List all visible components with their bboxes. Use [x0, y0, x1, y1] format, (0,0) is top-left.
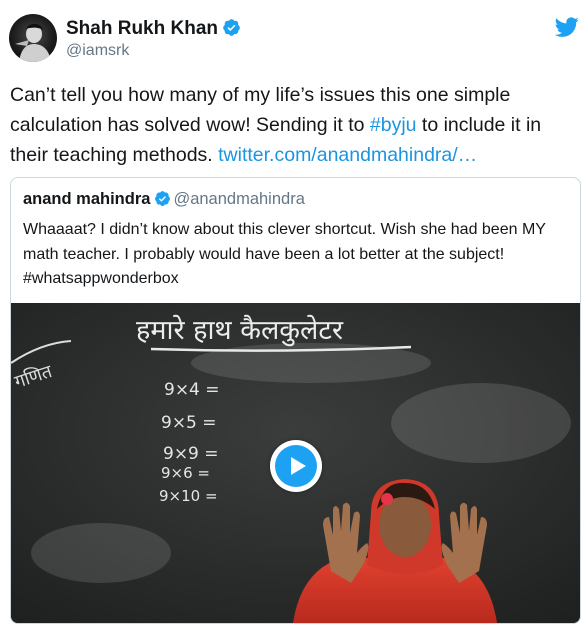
- chalkboard-title: हमारे हाथ कैलकुलेटर: [136, 314, 344, 347]
- equation-line: 9×9 =: [163, 444, 219, 464]
- url-link[interactable]: twitter.com/anandmahindra/…: [218, 144, 477, 166]
- equation-line: 9×5 =: [161, 413, 217, 433]
- verified-badge-icon: [222, 18, 241, 43]
- play-icon: [275, 445, 317, 487]
- tweet-text: Can’t tell you how many of my life’s iss…: [10, 80, 580, 170]
- author-name-text: Shah Rukh Khan: [66, 18, 219, 39]
- verified-badge-icon: [154, 190, 171, 212]
- hashtag-link[interactable]: #byju: [370, 114, 417, 136]
- author-handle[interactable]: @iamsrk: [66, 42, 129, 60]
- quoted-tweet[interactable]: anand mahindra @anandmahindra Whaaaat? I …: [10, 177, 581, 624]
- video-thumbnail[interactable]: हमारे हाथ कैलकुलेटर गणित 9×4 = 9×5 = 9×9…: [11, 303, 580, 623]
- equation-line: 9×4 =: [164, 380, 220, 400]
- quoted-author-handle[interactable]: @anandmahindra: [173, 190, 304, 208]
- quoted-header: anand mahindra @anandmahindra: [23, 190, 305, 212]
- tweet-card: Shah Rukh Khan @iamsrk Can’t tell you ho…: [0, 0, 588, 632]
- quoted-author-name[interactable]: anand mahindra: [23, 190, 150, 208]
- author-avatar[interactable]: [9, 14, 57, 62]
- equation-line: 9×6 =: [161, 464, 210, 482]
- quoted-text: Whaaaat? I didn’t know about this clever…: [23, 221, 546, 287]
- twitter-bird-icon[interactable]: [554, 15, 579, 39]
- equation-line: 9×10 =: [159, 487, 218, 505]
- author-name[interactable]: Shah Rukh Khan: [66, 18, 241, 43]
- play-button[interactable]: [270, 440, 322, 492]
